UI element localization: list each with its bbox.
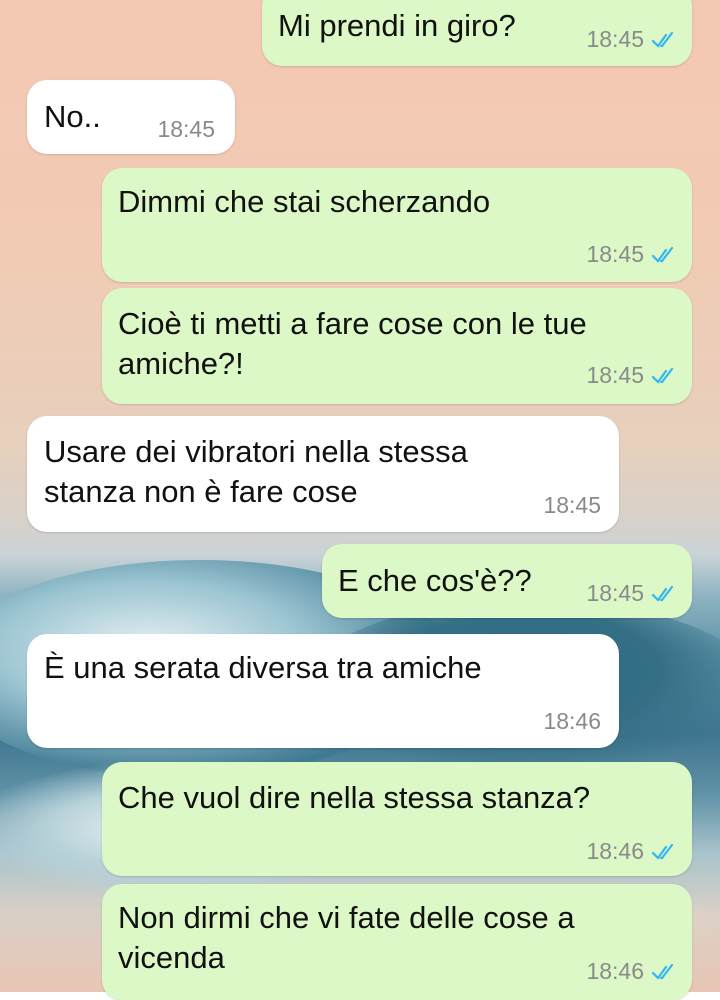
message-text: E che cos'è??	[338, 563, 532, 598]
message-meta: 18:45	[543, 492, 601, 519]
message-meta: 18:45	[586, 362, 678, 389]
message-bubble-outgoing[interactable]: Non dirmi che vi fate delle cose a vicen…	[102, 884, 692, 1000]
message-bubble-incoming[interactable]: Usare dei vibratori nella stessa stanza …	[27, 416, 619, 532]
message-text: È una serata diversa tra amiche	[44, 650, 482, 685]
message-time: 18:46	[586, 958, 644, 984]
message-meta: 18:45	[586, 241, 678, 268]
message-time: 18:45	[586, 362, 644, 388]
message-text: Dimmi che stai scherzando	[118, 184, 491, 219]
double-check-icon	[651, 963, 674, 980]
message-meta: 18:46	[586, 838, 678, 865]
message-text: Cioè ti metti a fare cose con le tue ami…	[118, 306, 587, 381]
message-bubble-outgoing[interactable]: Dimmi che stai scherzando 18:45	[102, 168, 692, 282]
message-text: No..	[44, 99, 101, 134]
message-bubble-outgoing[interactable]: E che cos'è?? 18:45	[322, 544, 692, 618]
message-meta: 18:45	[586, 26, 678, 53]
message-text: Mi prendi in giro?	[278, 8, 516, 43]
message-time: 18:46	[586, 838, 644, 864]
message-time: 18:45	[586, 241, 644, 267]
message-meta: 18:46	[543, 708, 601, 735]
message-meta: 18:46	[586, 958, 678, 985]
message-text: Usare dei vibratori nella stessa stanza …	[44, 434, 468, 509]
message-time: 18:45	[543, 492, 601, 518]
message-bubble-outgoing[interactable]: Cioè ti metti a fare cose con le tue ami…	[102, 288, 692, 404]
message-bubble-outgoing[interactable]: Che vuol dire nella stessa stanza? 18:46	[102, 762, 692, 876]
message-text: Che vuol dire nella stessa stanza?	[118, 780, 591, 815]
message-meta: 18:45	[157, 116, 215, 143]
double-check-icon	[651, 246, 674, 263]
double-check-icon	[651, 367, 674, 384]
message-time: 18:45	[157, 116, 215, 142]
message-bubble-incoming[interactable]: No.. 18:45	[27, 80, 235, 154]
message-bubble-incoming[interactable]: È una serata diversa tra amiche 18:46	[27, 634, 619, 748]
double-check-icon	[651, 585, 674, 602]
message-time: 18:45	[586, 26, 644, 52]
message-time: 18:45	[586, 580, 644, 606]
double-check-icon	[651, 31, 674, 48]
message-bubble-outgoing[interactable]: Mi prendi in giro? 18:45	[262, 0, 692, 66]
double-check-icon	[651, 843, 674, 860]
message-meta: 18:45	[586, 580, 678, 607]
message-time: 18:46	[543, 708, 601, 734]
message-text: Non dirmi che vi fate delle cose a vicen…	[118, 900, 575, 975]
